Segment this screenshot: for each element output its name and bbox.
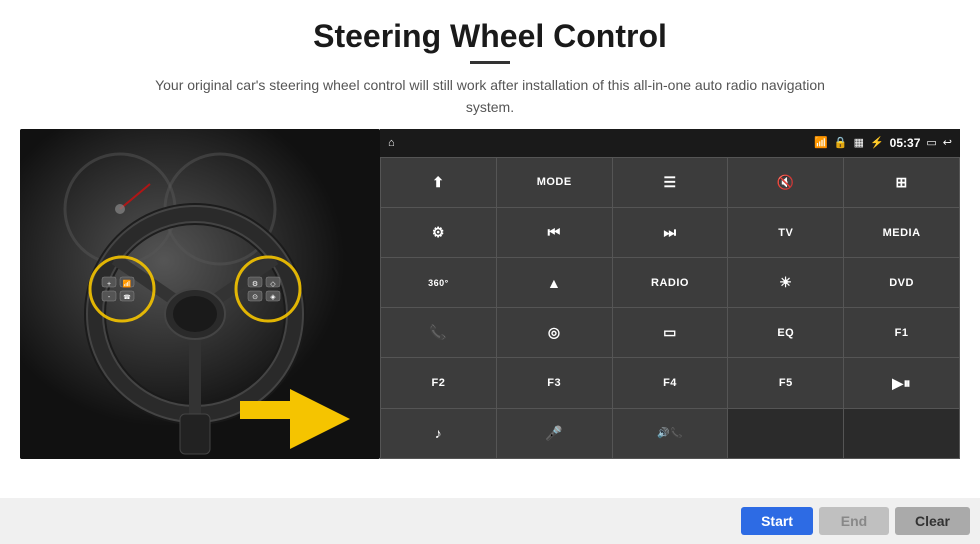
f3-label: F3 [547,377,561,389]
start-button[interactable]: Start [741,507,813,535]
radio-button[interactable]: RADIO [613,258,728,307]
eject-icon: ▲ [547,275,561,291]
mic-button[interactable]: 🎤 [497,409,612,458]
control-panel: ⌂ 📶 🔒 ▦ ⚡ 05:37 ▭ ↩ ⬆ M [380,129,960,459]
settings-button[interactable]: ⚙ [381,208,496,257]
radio-label: RADIO [651,277,689,289]
f2-button[interactable]: F2 [381,358,496,407]
sim-icon: ▦ [854,136,864,149]
f1-button[interactable]: F1 [844,308,959,357]
prev-button[interactable]: ⏮ [497,208,612,257]
empty-btn-2 [844,409,959,458]
page-wrapper: Steering Wheel Control Your original car… [0,0,980,544]
nav-button[interactable]: ⬆ [381,158,496,207]
mode-label: MODE [537,176,572,188]
svg-text:📶: 📶 [123,279,132,288]
back-icon: ↩ [943,136,952,149]
tv-label: TV [778,227,793,239]
end-button[interactable]: End [819,507,889,535]
f1-label: F1 [895,327,909,339]
list-button[interactable]: ☰ [613,158,728,207]
list-icon: ☰ [663,174,676,191]
settings-icon: ⚙ [432,224,445,241]
f5-button[interactable]: F5 [728,358,843,407]
360-button[interactable]: 360° [381,258,496,307]
svg-text:+: + [107,281,111,288]
mute-button[interactable]: 🔇 [728,158,843,207]
eq-label: EQ [777,327,794,339]
bluetooth-icon: ⚡ [870,136,884,149]
f2-label: F2 [431,377,445,389]
compass-icon: ◎ [548,324,561,341]
eject-button[interactable]: ▲ [497,258,612,307]
mic-icon: 🎤 [545,425,563,442]
apps-icon: ⊞ [895,174,907,191]
steering-wheel-image: + 📶 - ☎ ⚙ ◇ ⊙ ◈ [20,129,380,459]
play-pause-icon: ▶⏸ [892,375,911,392]
music-button[interactable]: ♪ [381,409,496,458]
svg-text:☎: ☎ [123,294,131,301]
volume-phone-button[interactable]: 🔊📞 [613,409,728,458]
compass-button[interactable]: ◎ [497,308,612,357]
f4-label: F4 [663,377,677,389]
bottom-action-bar: Start End Clear [0,498,980,544]
screen-mode-button[interactable]: ▭ [613,308,728,357]
screen-icon: ▭ [926,136,936,149]
status-time: 05:37 [890,136,921,150]
tv-button[interactable]: TV [728,208,843,257]
header-section: Steering Wheel Control Your original car… [0,0,980,129]
dvd-label: DVD [889,277,914,289]
phone-icon: 📞 [429,324,447,341]
empty-btn-1 [728,409,843,458]
media-label: MEDIA [883,227,921,239]
eq-button[interactable]: EQ [728,308,843,357]
status-bar: ⌂ 📶 🔒 ▦ ⚡ 05:37 ▭ ↩ [380,129,960,157]
next-icon: ⏭ [663,224,676,241]
media-button[interactable]: MEDIA [844,208,959,257]
play-pause-button[interactable]: ▶⏸ [844,358,959,407]
svg-text:⚙: ⚙ [252,280,258,288]
f5-label: F5 [779,377,793,389]
status-left-icons: ⌂ [388,137,395,149]
page-title: Steering Wheel Control [40,18,940,55]
svg-text:◇: ◇ [270,281,276,288]
subtitle: Your original car's steering wheel contr… [140,74,840,119]
f4-button[interactable]: F4 [613,358,728,407]
music-icon: ♪ [435,425,443,441]
content-area: + 📶 - ☎ ⚙ ◇ ⊙ ◈ [0,129,980,498]
next-button[interactable]: ⏭ [613,208,728,257]
mode-button[interactable]: MODE [497,158,612,207]
home-icon: ⌂ [388,137,395,149]
f3-button[interactable]: F3 [497,358,612,407]
svg-text:◈: ◈ [270,294,276,301]
mute-icon: 🔇 [777,174,795,191]
wifi-icon: 📶 [814,136,828,149]
apps-button[interactable]: ⊞ [844,158,959,207]
clear-button[interactable]: Clear [895,507,970,535]
volume-phone-icon: 🔊📞 [657,428,683,439]
lock-icon: 🔒 [834,136,848,149]
phone-button[interactable]: 📞 [381,308,496,357]
svg-text:⊙: ⊙ [252,294,258,301]
dvd-button[interactable]: DVD [844,258,959,307]
brightness-icon: ☀ [779,274,792,291]
prev-icon: ⏮ [548,224,561,241]
status-right-icons: 📶 🔒 ▦ ⚡ 05:37 ▭ ↩ [814,136,952,150]
button-grid: ⬆ MODE ☰ 🔇 ⊞ ⚙ ⏮ [380,157,960,459]
nav-icon: ⬆ [432,174,444,191]
brightness-button[interactable]: ☀ [728,258,843,307]
title-divider [470,61,510,64]
screen-mode-icon: ▭ [663,324,677,341]
360-icon: 360° [428,278,449,288]
